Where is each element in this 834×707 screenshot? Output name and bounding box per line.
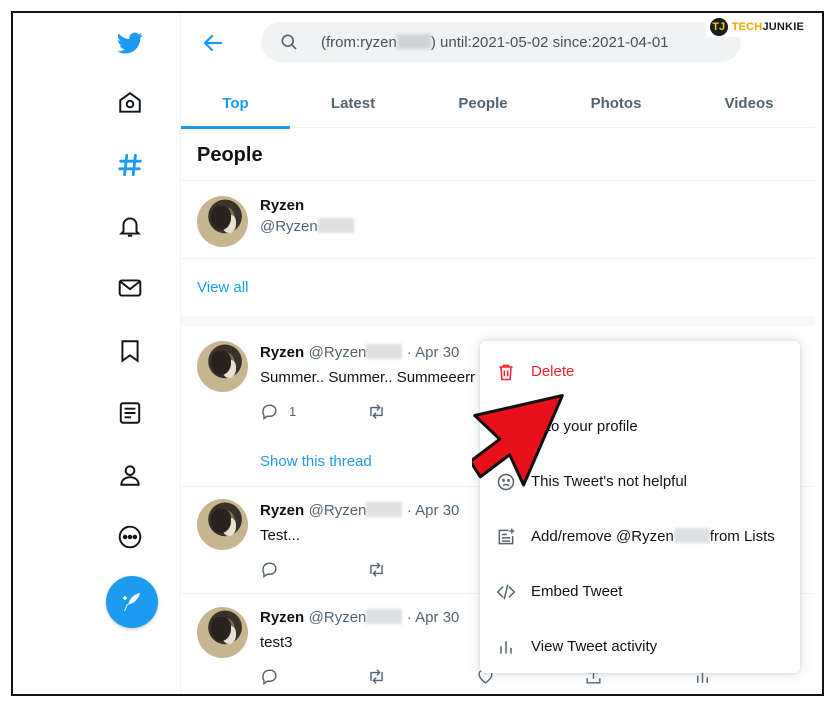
notifications-bell-icon[interactable]: [116, 212, 144, 240]
avatar[interactable]: [197, 341, 248, 392]
menu-item-add-to-lists[interactable]: Add/remove @Ryzen from Lists: [480, 509, 800, 564]
tweet-date[interactable]: · Apr 30: [407, 609, 460, 626]
tweet-author-name[interactable]: Ryzen: [260, 344, 304, 361]
tab-latest[interactable]: Latest: [303, 78, 403, 128]
person-name[interactable]: Ryzen: [260, 197, 304, 214]
annotation-arrow-icon: [472, 394, 564, 487]
home-icon[interactable]: [116, 89, 144, 117]
watermark-text: TECHJUNKIE: [731, 21, 804, 33]
back-arrow-icon[interactable]: [201, 31, 225, 55]
tweet-text: Summer.. Summer.. Summeeerr: [260, 369, 476, 386]
list-add-icon: [498, 528, 515, 544]
search-box[interactable]: (from:ryzen) until:2021-05-02 since:2021…: [261, 22, 741, 62]
tweet-date[interactable]: · Apr 30: [407, 344, 460, 361]
bar-chart-icon: [500, 640, 512, 654]
menu-item-embed[interactable]: Embed Tweet: [480, 564, 800, 619]
tab-top[interactable]: Top: [181, 78, 290, 129]
tweet-header: Ryzen @Ryzen · Apr 30: [260, 609, 459, 627]
section-separator: [181, 316, 815, 326]
watermark: TJ TECHJUNKIE: [705, 17, 808, 37]
trash-icon: [499, 364, 513, 380]
tweet-author-name[interactable]: Ryzen: [260, 502, 304, 519]
profile-icon[interactable]: [116, 461, 144, 489]
search-icon: [281, 34, 297, 50]
tab-photos[interactable]: Photos: [566, 78, 666, 128]
retweet-icon: [370, 669, 383, 684]
messages-mail-icon[interactable]: [116, 274, 144, 302]
tweet-text: Test...: [260, 527, 301, 544]
reply-icon: [262, 404, 277, 421]
twitter-logo-icon[interactable]: [116, 29, 144, 57]
avatar[interactable]: [197, 499, 248, 550]
reply-button[interactable]: 1: [260, 402, 296, 421]
reply-icon: [262, 669, 277, 686]
avatar[interactable]: [197, 196, 248, 247]
people-section-title: People: [197, 144, 263, 166]
explore-hashtag-icon[interactable]: [116, 151, 144, 179]
tweet-header: Ryzen @Ryzen · Apr 30: [260, 344, 459, 362]
menu-item-activity[interactable]: View Tweet activity: [480, 619, 800, 674]
tweet-header: Ryzen @Ryzen · Apr 30: [260, 502, 459, 520]
divider: [181, 258, 815, 259]
divider: [181, 180, 815, 181]
more-circle-icon[interactable]: [116, 523, 144, 551]
tab-people[interactable]: People: [433, 78, 533, 128]
tweet-author-handle: @Ryzen: [309, 344, 403, 361]
tab-videos[interactable]: Videos: [699, 78, 799, 128]
reply-button[interactable]: [260, 560, 279, 579]
tweet-author-name[interactable]: Ryzen: [260, 609, 304, 626]
code-icon: [496, 584, 516, 599]
retweet-icon: [370, 562, 383, 577]
screenshot-frame: TJ TECHJUNKIE (from:ryzen) until:2021-0…: [11, 11, 824, 696]
reply-button[interactable]: [260, 667, 279, 686]
retweet-button[interactable]: [367, 560, 386, 579]
retweet-button[interactable]: [367, 667, 386, 686]
show-thread-link[interactable]: Show this thread: [260, 453, 372, 470]
search-query[interactable]: (from:ryzen) until:2021-05-02 since:2021…: [321, 33, 669, 51]
avatar[interactable]: [197, 607, 248, 658]
watermark-logo: TJ: [709, 18, 728, 36]
compose-tweet-button[interactable]: [106, 576, 158, 628]
redacted-block: [396, 33, 431, 49]
view-all-link[interactable]: View all: [197, 279, 248, 296]
main-column: (from:ryzen) until:2021-05-02 since:2021…: [181, 13, 815, 694]
tweet-author-handle: @Ryzen: [309, 609, 403, 626]
tweet-date[interactable]: · Apr 30: [407, 502, 460, 519]
retweet-button[interactable]: [367, 402, 386, 421]
tweet-text: test3: [260, 634, 293, 651]
tweet-author-handle: @Ryzen: [309, 502, 403, 519]
compose-feather-icon: [123, 593, 140, 611]
lists-icon[interactable]: [116, 399, 144, 427]
bookmarks-icon[interactable]: [116, 337, 144, 365]
person-handle: @Ryzen: [260, 218, 354, 235]
retweet-icon: [370, 404, 383, 419]
search-tabs: Top Latest People Photos Videos: [181, 78, 815, 129]
reply-count: 1: [289, 404, 297, 419]
left-nav-rail: [13, 13, 181, 694]
reply-icon: [262, 562, 277, 579]
